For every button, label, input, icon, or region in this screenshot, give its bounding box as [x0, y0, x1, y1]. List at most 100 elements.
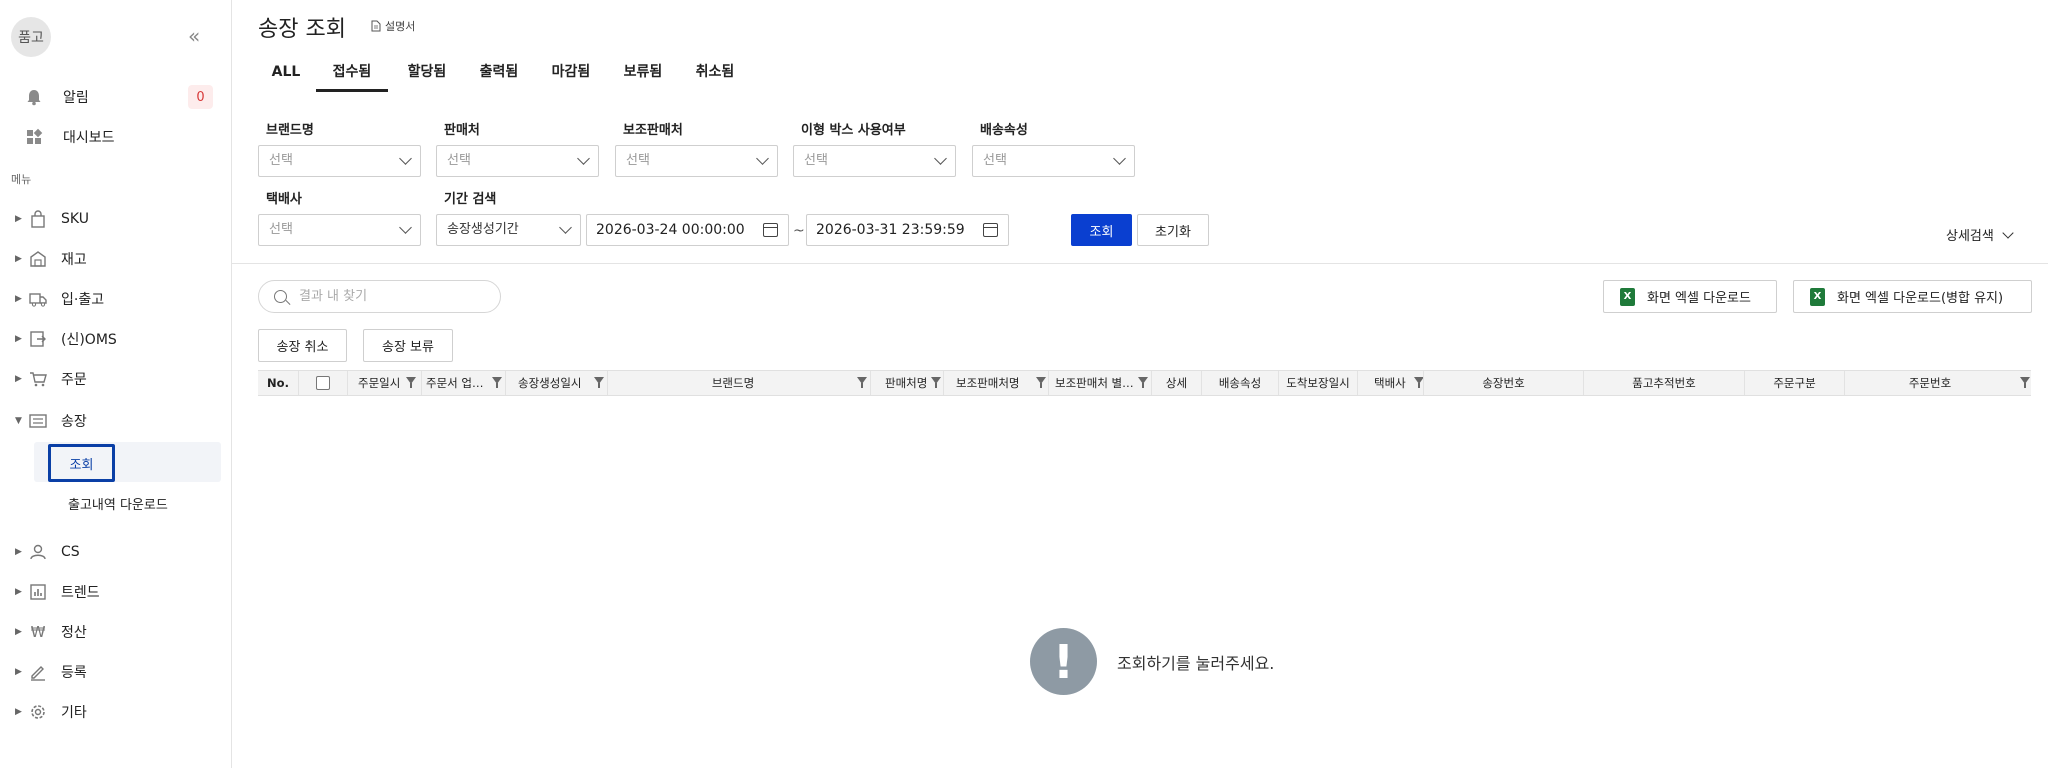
sidebar-item-label: 등록	[61, 665, 87, 681]
filter-icon[interactable]	[2020, 377, 2030, 388]
tab-printed[interactable]: 출력됨	[466, 58, 532, 92]
tab-cancelled[interactable]: 취소됨	[682, 58, 748, 92]
chevron-down-icon	[756, 152, 769, 165]
collapse-sidebar-icon[interactable]: «	[188, 26, 200, 46]
shipping-attr-select[interactable]: 선택	[972, 145, 1135, 177]
sidebar-item-register[interactable]: ▶ 등록	[0, 654, 232, 690]
filter-icon[interactable]	[492, 377, 502, 388]
period-filter-label: 기간 검색	[444, 192, 497, 207]
calendar-icon[interactable]	[763, 223, 778, 237]
excel-icon: X	[1810, 287, 1825, 306]
chevron-down-icon	[2002, 227, 2014, 239]
caret-right-icon: ▶	[15, 667, 22, 677]
sidebar-item-oms[interactable]: ▶ (신)OMS	[0, 321, 232, 357]
sidebar-item-etc[interactable]: ▶ 기타	[0, 694, 232, 730]
period-type-select[interactable]: 송장생성기간	[436, 214, 581, 246]
section-divider	[232, 263, 2048, 264]
tab-all[interactable]: ALL	[258, 58, 314, 92]
alert-count-badge: 0	[188, 85, 213, 109]
column-header-brand[interactable]: 브랜드명	[608, 371, 871, 395]
tab-closed[interactable]: 마감됨	[538, 58, 604, 92]
search-button[interactable]: 조회	[1071, 214, 1132, 246]
caret-down-icon: ▼	[15, 416, 22, 426]
reset-button[interactable]: 초기화	[1137, 214, 1209, 246]
excel-download-button[interactable]: X 화면 엑셀 다운로드	[1603, 280, 1777, 313]
sidebar-item-label: 송장	[61, 414, 87, 430]
filter-icon[interactable]	[594, 377, 604, 388]
column-header-invoice-no[interactable]: 송장번호	[1424, 371, 1584, 395]
column-header-order-date[interactable]: 주문일시	[348, 371, 422, 395]
result-search-input[interactable]: 결과 내 찾기	[258, 280, 501, 313]
filter-icon[interactable]	[1138, 377, 1148, 388]
sidebar-item-dashboard[interactable]: 대시보드	[0, 119, 232, 155]
sidebar-item-label: (신)OMS	[61, 332, 117, 348]
sidebar-item-settlement[interactable]: ▶ ₩ 정산	[0, 614, 232, 650]
submenu-item-lookup[interactable]: 조회	[48, 444, 115, 482]
sidebar-item-order[interactable]: ▶ 주문	[0, 361, 232, 397]
date-to-input[interactable]: 2026-03-31 23:59:59	[806, 214, 1009, 246]
gear-icon	[28, 702, 48, 722]
logo[interactable]: 품고	[11, 17, 51, 57]
box-usage-select[interactable]: 선택	[793, 145, 956, 177]
column-header-shipping-attr[interactable]: 배송속성	[1202, 371, 1279, 395]
column-header-label: 보조판매처 별…	[1055, 376, 1134, 390]
sidebar-item-stock[interactable]: ▶ 재고	[0, 241, 232, 277]
sub-seller-select[interactable]: 선택	[615, 145, 778, 177]
column-header-label: 송장생성일시	[518, 376, 582, 390]
caret-right-icon: ▶	[15, 254, 22, 264]
brand-select-value: 선택	[269, 153, 293, 168]
detail-search-toggle[interactable]: 상세검색	[1946, 225, 2014, 244]
sidebar-item-inout[interactable]: ▶ 입·출고	[0, 281, 232, 317]
sidebar-item-label: 주문	[61, 372, 87, 388]
filter-icon[interactable]	[931, 377, 941, 388]
sidebar-item-trend[interactable]: ▶ 트렌드	[0, 574, 232, 610]
sidebar-item-sku[interactable]: ▶ SKU	[0, 201, 232, 237]
sidebar-item-alerts[interactable]: 알림 0	[0, 79, 232, 115]
tab-assigned[interactable]: 할당됨	[394, 58, 460, 92]
column-header-order-no[interactable]: 주문번호	[1845, 371, 2031, 395]
excel-download-merge-button[interactable]: X 화면 엑셀 다운로드(병합 유지)	[1793, 280, 2032, 313]
warehouse-icon	[28, 249, 48, 269]
caret-right-icon: ▶	[15, 294, 22, 304]
sub-seller-select-value: 선택	[626, 153, 650, 168]
column-header-no[interactable]: No.	[258, 371, 299, 395]
seller-select[interactable]: 선택	[436, 145, 599, 177]
column-header-arrival-guarantee[interactable]: 도착보장일시	[1279, 371, 1358, 395]
brand-filter-label: 브랜드명	[266, 123, 314, 138]
empty-state-message: 조회하기를 눌러주세요.	[1117, 654, 1275, 673]
cancel-invoice-button[interactable]: 송장 취소	[258, 329, 347, 362]
column-header-seller[interactable]: 판매처명	[871, 371, 944, 395]
sidebar-item-cs[interactable]: ▶ CS	[0, 534, 232, 570]
manual-link[interactable]: 설명서	[371, 18, 415, 34]
shipping-attr-select-value: 선택	[983, 153, 1007, 168]
shipping-attr-filter-label: 배송속성	[980, 123, 1028, 138]
filter-icon[interactable]	[406, 377, 416, 388]
tab-received[interactable]: 접수됨	[316, 58, 388, 92]
search-icon	[274, 290, 287, 303]
filter-icon[interactable]	[1036, 377, 1046, 388]
calendar-icon[interactable]	[983, 223, 998, 237]
date-from-value: 2026-03-24 00:00:00	[596, 222, 745, 238]
bell-icon	[24, 87, 44, 107]
filter-icon[interactable]	[1414, 377, 1423, 388]
column-header-sub-seller[interactable]: 보조판매처명	[944, 371, 1049, 395]
courier-select[interactable]: 선택	[258, 214, 421, 246]
column-header-invoice-created[interactable]: 송장생성일시	[506, 371, 608, 395]
column-header-sub-seller-alias[interactable]: 보조판매처 별…	[1049, 371, 1152, 395]
sidebar-item-invoice[interactable]: ▼ 송장	[0, 403, 232, 439]
column-header-label: 주문서 업…	[426, 376, 484, 390]
column-header-detail[interactable]: 상세	[1152, 371, 1202, 395]
column-header-order-upload[interactable]: 주문서 업…	[422, 371, 506, 395]
column-header-order-type[interactable]: 주문구분	[1745, 371, 1845, 395]
select-all-checkbox[interactable]	[316, 376, 330, 390]
date-from-input[interactable]: 2026-03-24 00:00:00	[586, 214, 789, 246]
sidebar-item-label: 트렌드	[61, 585, 100, 601]
chart-icon	[28, 582, 48, 602]
filter-icon[interactable]	[857, 377, 867, 388]
submenu-item-shipping-download[interactable]: 출고내역 다운로드	[68, 494, 168, 513]
hold-invoice-button[interactable]: 송장 보류	[363, 329, 453, 362]
tab-on-hold[interactable]: 보류됨	[610, 58, 676, 92]
column-header-courier[interactable]: 택배사	[1358, 371, 1424, 395]
column-header-tracking-no[interactable]: 품고추적번호	[1584, 371, 1745, 395]
brand-select[interactable]: 선택	[258, 145, 421, 177]
